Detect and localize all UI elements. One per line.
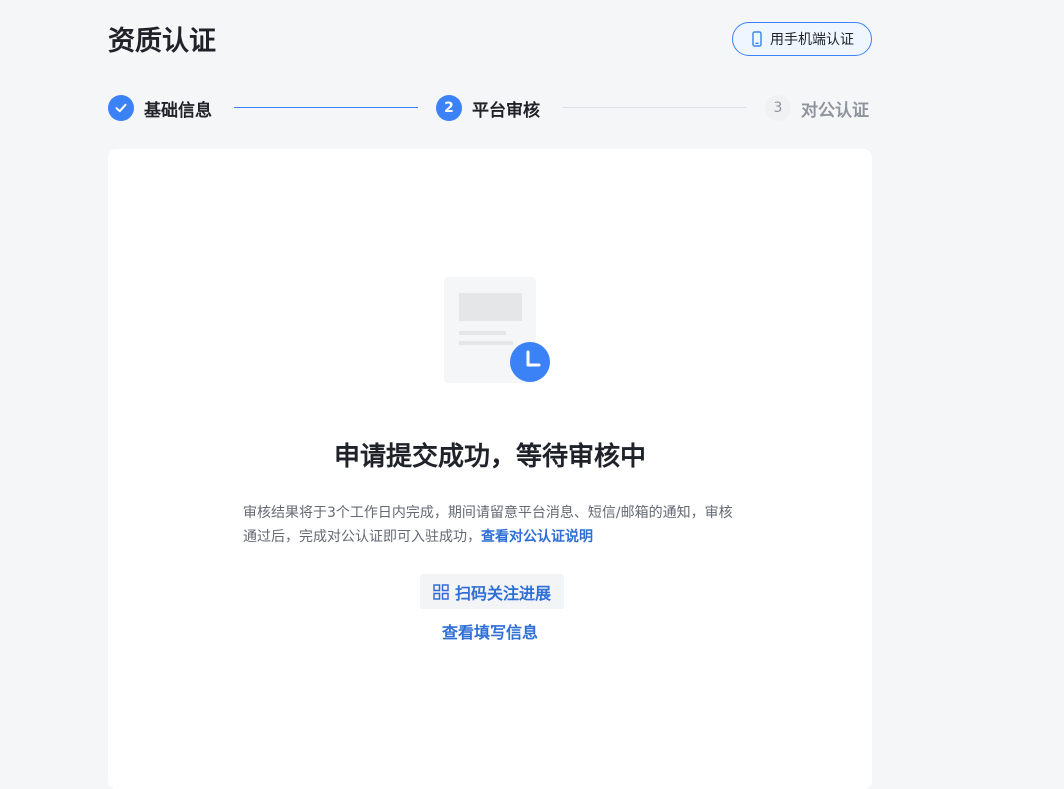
document-clock-icon <box>444 277 554 387</box>
qrcode-icon <box>433 583 449 600</box>
step-basic-info: 基础信息 <box>108 94 212 122</box>
step-number: 2 <box>436 95 462 121</box>
corporate-auth-guide-link[interactable]: 查看对公认证说明 <box>481 529 593 545</box>
scan-follow-button[interactable]: 扫码关注进展 <box>420 574 564 609</box>
step-platform-review: 2 平台审核 <box>436 94 540 122</box>
check-icon <box>115 103 127 113</box>
step-label: 基础信息 <box>144 100 212 121</box>
status-title: 申请提交成功，等待审核中 <box>333 442 646 472</box>
status-description: 审核结果将于3个工作日内完成，期间请留意平台消息、短信/邮箱的通知，审核通过后，… <box>243 501 743 549</box>
scan-follow-label: 扫码关注进展 <box>454 583 551 603</box>
mobile-auth-button[interactable]: 用手机端认证 <box>732 22 872 56</box>
phone-icon <box>750 31 764 47</box>
step-number: 3 <box>765 95 791 121</box>
step-label: 平台审核 <box>472 100 540 121</box>
step-label: 对公认证 <box>801 100 869 121</box>
step-corporate-auth: 3 对公认证 <box>765 94 869 122</box>
view-filled-info-link[interactable]: 查看填写信息 <box>442 623 538 642</box>
view-info-link-row: 查看填写信息 <box>108 621 872 645</box>
step-done-indicator <box>108 95 134 121</box>
step-connector-pending <box>562 107 746 108</box>
page-title: 资质认证 <box>108 26 216 57</box>
mobile-auth-label: 用手机端认证 <box>770 32 854 48</box>
steps-bar: 基础信息 2 平台审核 3 对公认证 <box>108 94 872 122</box>
step-connector-done <box>234 107 418 108</box>
status-card: 申请提交成功，等待审核中 审核结果将于3个工作日内完成，期间请留意平台消息、短信… <box>108 149 872 789</box>
